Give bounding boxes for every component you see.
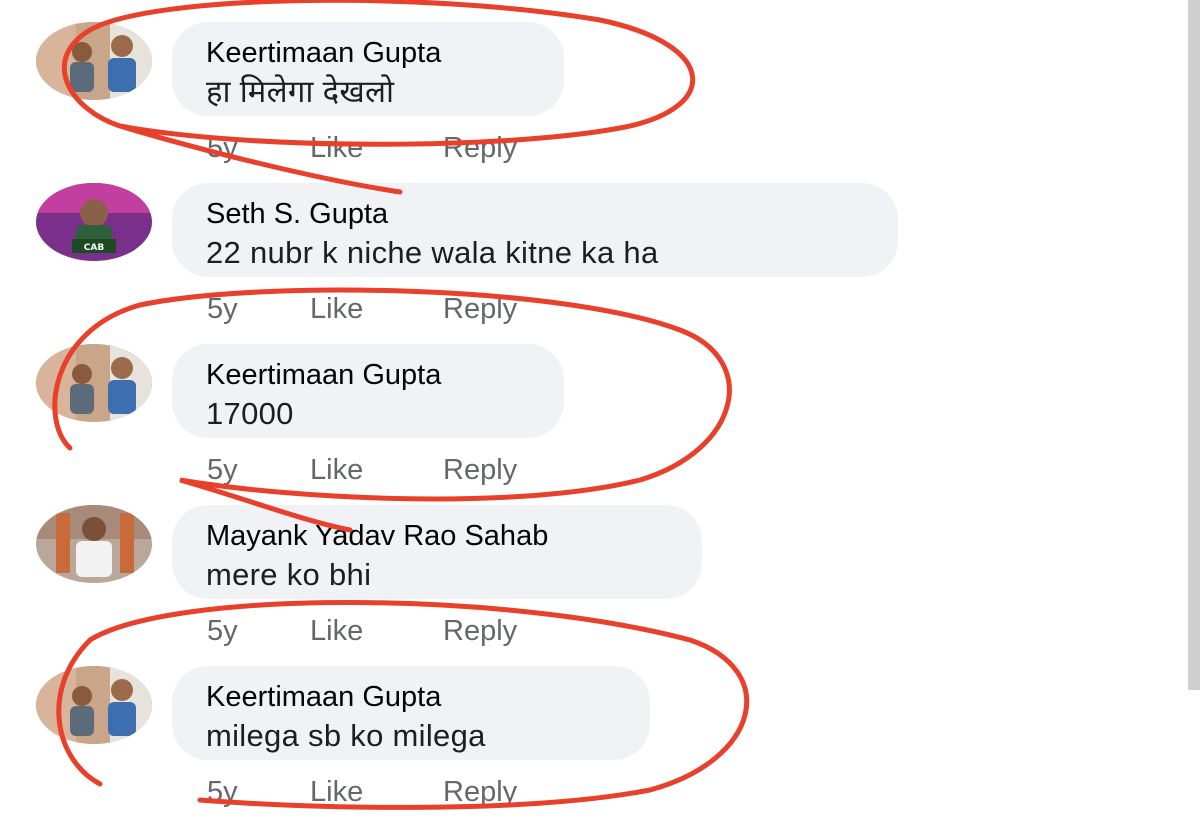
comment-timestamp[interactable]: 5y [207,293,238,326]
comment-text: 17000 [206,396,294,431]
reply-button[interactable]: Reply [443,293,517,326]
like-button[interactable]: Like [310,132,363,165]
avatar[interactable] [36,22,152,100]
comment-text: हा मिलेगा देखलो [206,74,395,109]
comment-author[interactable]: Mayank Yadav Rao Sahab [206,519,668,553]
comment-author[interactable]: Keertimaan Gupta [206,680,616,714]
comment-item: Keertimaan Gupta हा मिलेगा देखलो 5y Like… [0,22,1200,183]
comment-item: CAB Seth S. Gupta 22 nubr k niche wala k… [0,183,1200,344]
like-button[interactable]: Like [310,454,363,487]
comment-bubble: Keertimaan Gupta 17000 [172,344,564,438]
comment-text: mere ko bhi [206,557,372,592]
reply-button[interactable]: Reply [443,615,517,648]
comment-bubble: Keertimaan Gupta हा मिलेगा देखलो [172,22,564,116]
comment-bubble: Mayank Yadav Rao Sahab mere ko bhi [172,505,702,599]
like-button[interactable]: Like [310,615,363,648]
comment-timestamp[interactable]: 5y [207,454,238,487]
scrollbar[interactable] [1188,0,1200,690]
comment-timestamp[interactable]: 5y [207,615,238,648]
avatar[interactable] [36,344,152,422]
reply-button[interactable]: Reply [443,776,517,809]
comment-author[interactable]: Keertimaan Gupta [206,36,530,70]
comment-timestamp[interactable]: 5y [207,132,238,165]
avatar[interactable] [36,505,152,583]
comment-bubble: Seth S. Gupta 22 nubr k niche wala kitne… [172,183,898,277]
like-button[interactable]: Like [310,293,363,326]
reply-button[interactable]: Reply [443,132,517,165]
reply-button[interactable]: Reply [443,454,517,487]
comment-bubble: Keertimaan Gupta milega sb ko milega [172,666,650,760]
comment-item: Keertimaan Gupta 17000 5y Like Reply [0,344,1200,505]
comment-item: Keertimaan Gupta milega sb ko milega 5y … [0,666,1200,827]
like-button[interactable]: Like [310,776,363,809]
comment-author[interactable]: Seth S. Gupta [206,197,864,231]
comment-item: Mayank Yadav Rao Sahab mere ko bhi 5y Li… [0,505,1200,666]
avatar-caption: CAB [84,243,105,253]
avatar[interactable] [36,666,152,744]
comment-text: milega sb ko milega [206,718,486,753]
comment-text: 22 nubr k niche wala kitne ka ha [206,235,659,270]
comment-thread: Keertimaan Gupta हा मिलेगा देखलो 5y Like… [0,0,1200,810]
comment-timestamp[interactable]: 5y [207,776,238,809]
comment-author[interactable]: Keertimaan Gupta [206,358,530,392]
avatar[interactable]: CAB [36,183,152,261]
